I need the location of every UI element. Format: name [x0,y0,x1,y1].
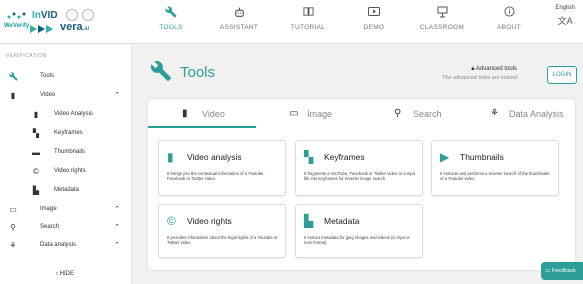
login-button[interactable]: LOGIN [547,66,577,84]
chevron-up-icon: ⌃ [114,206,120,213]
eye-logo-icon [82,9,94,21]
advanced-tools-notice: 🔒︎ Advanced tools The advanced tools are… [442,66,517,81]
document-icon: ▙ [32,186,40,195]
wrench-icon [150,60,174,84]
language-selector[interactable]: English 文A [555,5,575,27]
wrench-icon [136,6,206,20]
nav-classroom[interactable]: CLASSROOM [407,6,477,40]
nav-tools[interactable]: TOOLS [136,6,206,40]
youtube-icon: ▶ [440,150,450,164]
translate-icon: 文A [557,16,573,26]
sidebar-item-tools[interactable]: Tools [0,69,132,85]
film-icon: ▮ [33,110,39,119]
book-icon [273,6,343,20]
sidebar-item-metadata[interactable]: ▙ Metadata [0,183,132,199]
active-tab-indicator [148,126,256,128]
chevron-up-icon: ⌃ [114,92,120,99]
sidebar-item-image[interactable]: ▭ Image ⌃ [0,202,132,218]
film-icon: ▮ [167,150,174,164]
sidebar-item-search[interactable]: ⚲ Search ⌃ [0,220,132,236]
sidebar-item-data-analysis[interactable]: ⚘ Data analysis ⌃ [0,238,132,254]
hide-sidebar-button[interactable]: ‹ HIDE [56,271,74,277]
youtube-icon: ▬ [32,148,40,157]
copyright-icon: © [167,214,176,228]
lock-icon: 🔒︎ [471,66,475,72]
film-icon: ▮ [10,91,16,100]
network-icon: ⚘ [9,241,17,250]
page-title: Tools [180,64,216,81]
keyframes-icon: ▚ [32,129,40,138]
nav-assistant[interactable]: ASSISTANT [204,6,274,40]
sidebar-item-video-rights[interactable]: © Video rights [0,164,132,180]
document-icon: ▙ [304,214,314,228]
nav-tutorial[interactable]: TUTORIAL [273,6,343,40]
card-keyframes[interactable]: ▚ Keyframes It fragments a YouTube, Face… [295,140,423,196]
weverify-label: WeVerify [4,23,30,29]
keyframes-icon: ▚ [304,150,314,164]
video-demo-icon [339,6,409,20]
vera-label: vera.ai [60,21,89,33]
top-bar: WeVerify InVID vera.ai TOOLS ASSISTANT T… [0,0,583,44]
app-logo[interactable]: WeVerify InVID vera.ai [4,8,114,38]
card-thumbnails[interactable]: ▶ Thumbnails It extracts and performs a … [431,140,559,196]
card-video-rights[interactable]: © Video rights It provides information a… [158,204,286,258]
chevron-up-icon: ⌃ [114,242,120,249]
nav-demo[interactable]: DEMO [339,6,409,40]
afp-logo-icon [66,9,78,21]
search-icon: ⚲ [10,223,16,232]
weverify-logo-icon [7,12,26,19]
assistant-icon [204,6,274,20]
copyright-icon: © [33,167,39,176]
nav-about[interactable]: ABOUT [474,6,544,40]
card-metadata[interactable]: ▙ Metadata It extract metadata for jpeg … [295,204,423,258]
sidebar-item-thumbnails[interactable]: ▬ Thumbnails [0,145,132,161]
image-icon: ▭ [9,205,17,214]
sidebar-section-title: VERIFICATION [6,53,47,59]
feedback-button[interactable]: ▭ Feedback [541,262,583,280]
film-icon: ▮ [182,108,188,119]
invid-label: InVID [32,10,58,21]
info-icon [474,6,544,20]
sidebar-item-video[interactable]: ▮ Video ⌃ [0,88,132,104]
arrows-logo-icon [30,25,53,33]
chevron-up-icon: ⌃ [114,224,120,231]
sidebar: VERIFICATION Tools ▮ Video ⌃ ▮ Video Ana… [0,45,132,284]
image-icon: ▭ [289,108,299,119]
card-video-analysis[interactable]: ▮ Video analysis It brings you the conte… [158,140,286,196]
network-icon: ⚘ [490,108,499,119]
sidebar-item-keyframes[interactable]: ▚ Keyframes [0,126,132,142]
sidebar-item-video-analysis[interactable]: ▮ Video Analysis [0,107,132,123]
chat-icon: ▭ [545,268,551,274]
wrench-icon [8,72,18,82]
tools-panel: ▮ Video ▭ Image ⚲ Search ⚘ Data Analysis… [148,99,575,270]
search-icon: ⚲ [394,108,402,119]
classroom-icon [407,6,477,20]
